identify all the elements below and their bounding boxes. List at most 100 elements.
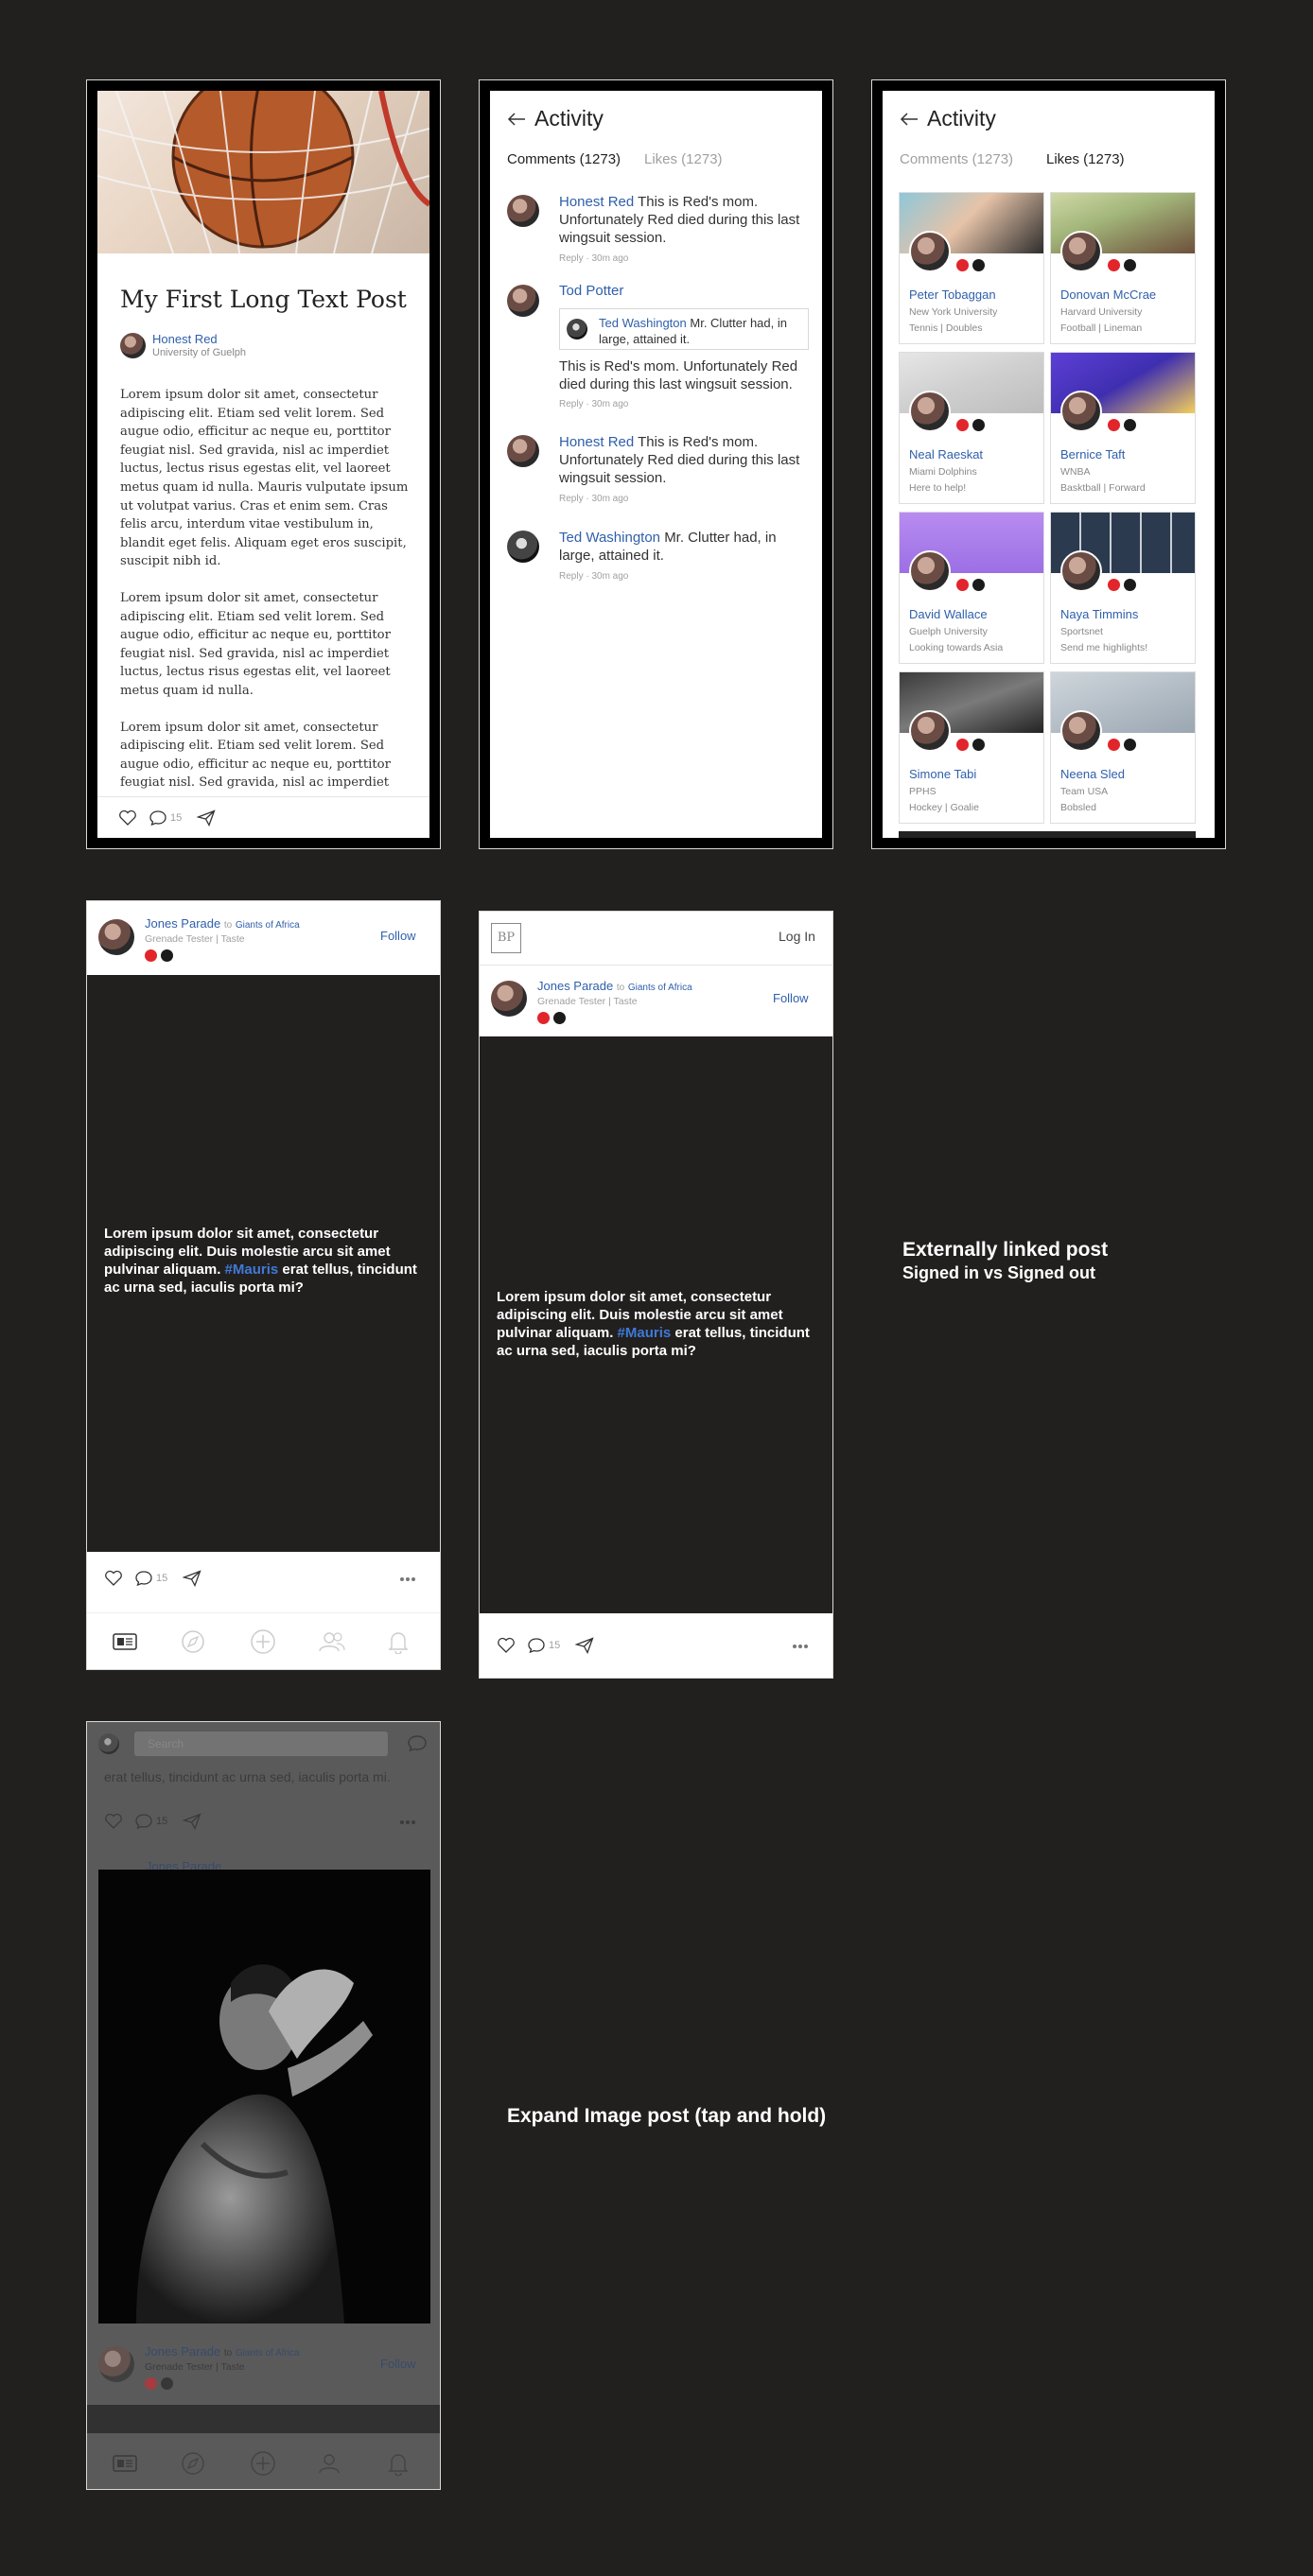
login-link[interactable]: Log In <box>779 929 815 944</box>
comment-meta[interactable]: Reply · 30m ago <box>559 253 628 264</box>
author-name[interactable]: Jones Parade <box>145 916 220 931</box>
heart-icon[interactable] <box>118 809 137 827</box>
commenter-avatar[interactable] <box>507 531 539 563</box>
author-avatar[interactable] <box>98 2346 134 2382</box>
share-icon[interactable] <box>183 1570 201 1587</box>
feed-snippet: erat tellus, tincidunt ac urna sed, iacu… <box>104 1769 391 1784</box>
like-card[interactable]: Bernice Taft WNBA Basktball | Forward <box>1050 352 1196 504</box>
follow-button[interactable]: Follow <box>380 2357 416 2371</box>
messages-icon[interactable] <box>407 1734 428 1753</box>
more-options-icon[interactable] <box>399 1819 416 1825</box>
author-avatar[interactable] <box>98 919 134 955</box>
people-tab-icon[interactable] <box>318 2452 346 2475</box>
text-post-canvas: Lorem ipsum dolor sit amet, consectetur … <box>87 975 440 1552</box>
group-name[interactable]: Giants of Africa <box>628 983 692 993</box>
share-icon[interactable] <box>575 1637 594 1654</box>
heart-icon[interactable] <box>104 1570 123 1587</box>
author-name[interactable]: Jones Parade <box>537 979 613 993</box>
expanded-image[interactable] <box>98 1870 430 2324</box>
profile-avatar[interactable] <box>1060 391 1102 432</box>
commenter-name[interactable]: Ted Washington <box>559 530 660 546</box>
tab-likes[interactable]: Likes (1273) <box>1046 151 1125 167</box>
activity-comments-phone: Activity Comments (1273) Likes (1273) Ho… <box>479 79 833 849</box>
more-options-icon[interactable] <box>792 1644 809 1649</box>
tab-likes[interactable]: Likes (1273) <box>644 151 723 167</box>
like-card[interactable]: David Wallace Guelph University Looking to… <box>899 512 1044 664</box>
like-card[interactable]: Simone Tabi PPHS Hockey | Goalie <box>899 671 1044 824</box>
commenter-name[interactable]: Honest Red <box>559 434 634 450</box>
follow-button[interactable]: Follow <box>380 929 416 943</box>
commenter-avatar[interactable] <box>507 195 539 227</box>
hashtag-link[interactable]: #Mauris <box>225 1262 279 1278</box>
comment-meta[interactable]: Reply · 30m ago <box>559 494 628 504</box>
heart-icon[interactable] <box>497 1637 516 1654</box>
profile-line-2: Hockey | Goalie <box>909 802 979 813</box>
profile-avatar[interactable] <box>909 391 951 432</box>
comment-icon[interactable] <box>134 1813 153 1830</box>
share-icon[interactable] <box>183 1813 201 1830</box>
post-header-name: Jones Parade to Giants of Africa <box>145 916 300 931</box>
like-card[interactable]: Donovan McCrae Harvard University Football… <box>1050 192 1196 344</box>
more-options-icon[interactable] <box>399 1576 416 1582</box>
like-card[interactable]: Naya Timmins Sportsnet Send me highlights! <box>1050 512 1196 664</box>
tab-comments[interactable]: Comments (1273) <box>507 151 621 167</box>
notifications-tab-icon[interactable] <box>388 2451 409 2476</box>
profile-name[interactable]: Neal Raeskat <box>909 447 983 461</box>
comment-icon[interactable] <box>527 1637 546 1654</box>
commenter-name[interactable]: Honest Red <box>559 194 634 210</box>
commenter-avatar[interactable] <box>507 285 539 317</box>
group-name[interactable]: Giants of Africa <box>236 2348 300 2358</box>
author-name[interactable]: Honest Red <box>152 332 218 346</box>
profile-name[interactable]: Donovan McCrae <box>1060 287 1156 302</box>
explore-tab-icon[interactable] <box>181 2451 205 2476</box>
commenter-avatar[interactable] <box>507 435 539 467</box>
like-card[interactable]: Neal Raeskat Miami Dolphins Here to help! <box>899 352 1044 504</box>
author-avatar[interactable] <box>120 333 146 358</box>
share-icon[interactable] <box>197 809 216 827</box>
follow-button[interactable]: Follow <box>773 991 809 1005</box>
profile-name[interactable]: David Wallace <box>909 607 988 621</box>
profile-avatar[interactable] <box>1060 710 1102 752</box>
feed-tab-icon[interactable] <box>113 1632 137 1651</box>
quoted-comment[interactable]: Ted Washington Mr. Clutter had, in large… <box>559 308 809 350</box>
like-card[interactable]: Peter Tobaggan New York University Tennis … <box>899 192 1044 344</box>
tab-comments[interactable]: Comments (1273) <box>900 151 1013 167</box>
athlete-photo <box>136 1964 373 2324</box>
profile-avatar[interactable] <box>909 231 951 272</box>
profile-name[interactable]: Simone Tabi <box>909 767 976 781</box>
profile-avatar[interactable] <box>1060 231 1102 272</box>
commenter-name[interactable]: Tod Potter <box>559 283 623 299</box>
comment-icon[interactable] <box>134 1570 153 1587</box>
profile-avatar[interactable] <box>1060 550 1102 592</box>
create-tab-icon[interactable] <box>250 2450 276 2477</box>
comment-meta[interactable]: Reply · 30m ago <box>559 571 628 582</box>
hashtag-link[interactable]: #Mauris <box>618 1325 672 1341</box>
team-badge-icon <box>1108 259 1120 272</box>
profile-name[interactable]: Peter Tobaggan <box>909 287 996 302</box>
back-arrow-icon[interactable] <box>507 112 526 127</box>
explore-tab-icon[interactable] <box>181 1629 205 1654</box>
group-name[interactable]: Giants of Africa <box>236 920 300 931</box>
author-name[interactable]: Jones Parade <box>145 2344 220 2358</box>
author-avatar[interactable] <box>491 981 527 1017</box>
create-tab-icon[interactable] <box>250 1628 276 1655</box>
profile-avatar[interactable] <box>909 550 951 592</box>
profile-avatar[interactable] <box>98 1733 119 1754</box>
people-tab-icon[interactable] <box>318 1630 346 1653</box>
notifications-tab-icon[interactable] <box>388 1629 409 1654</box>
feed-tab-icon[interactable] <box>113 2454 137 2473</box>
profile-name[interactable]: Neena Sled <box>1060 767 1125 781</box>
profile-name[interactable]: Bernice Taft <box>1060 447 1125 461</box>
post-header-name: Jones Parade to Giants of Africa <box>537 979 692 993</box>
comment-meta[interactable]: Reply · 30m ago <box>559 399 628 409</box>
heart-icon[interactable] <box>104 1813 123 1830</box>
quoted-name[interactable]: Ted Washington <box>599 316 687 330</box>
brand-logo[interactable]: BP <box>491 923 521 953</box>
profile-avatar[interactable] <box>909 710 951 752</box>
to-label: to <box>223 920 233 931</box>
comment-icon[interactable] <box>149 809 167 827</box>
back-arrow-icon[interactable] <box>900 112 919 127</box>
profile-name[interactable]: Naya Timmins <box>1060 607 1138 621</box>
search-input[interactable]: Search <box>134 1732 388 1756</box>
like-card[interactable]: Neena Sled Team USA Bobsled <box>1050 671 1196 824</box>
